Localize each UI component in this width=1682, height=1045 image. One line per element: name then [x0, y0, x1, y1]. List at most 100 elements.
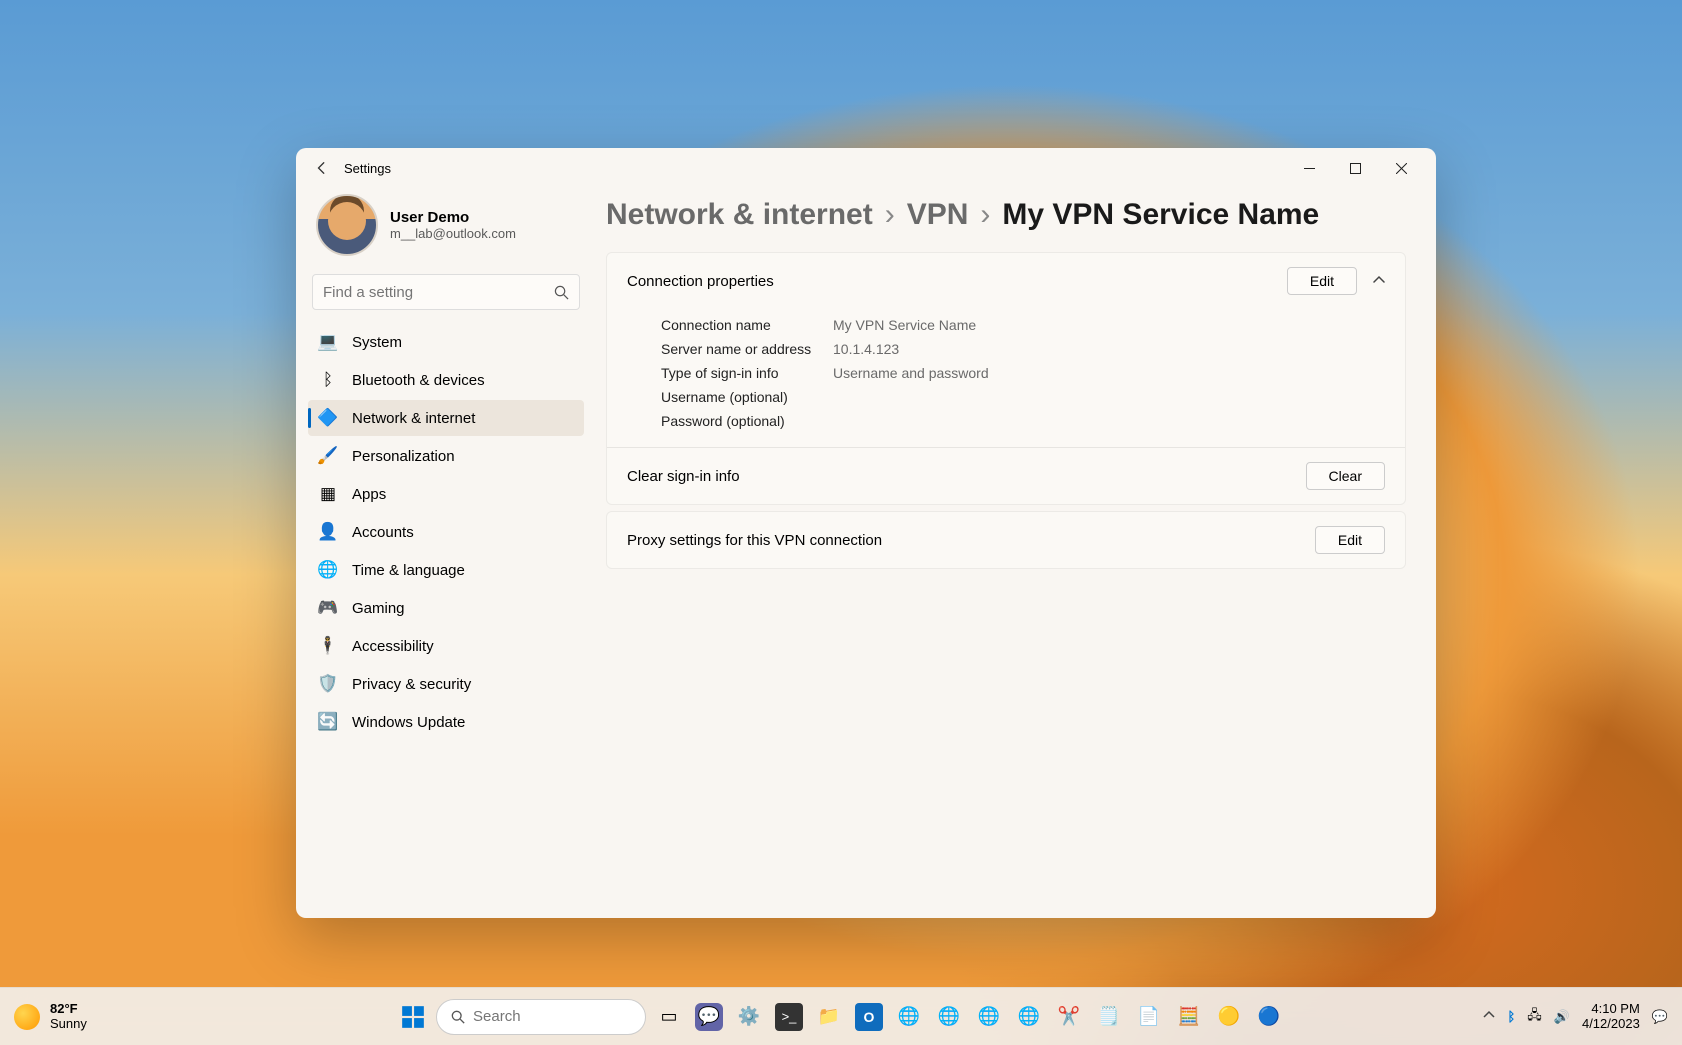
outlook-icon: O — [855, 1003, 883, 1031]
edge-beta-icon: 🌐 — [935, 1003, 963, 1031]
chrome-icon: 🟡 — [1215, 1003, 1243, 1031]
clear-signin-button[interactable]: Clear — [1306, 462, 1385, 490]
edge-canary-icon: 🌐 — [1015, 1003, 1043, 1031]
property-row: Username (optional) — [661, 385, 1385, 409]
sidebar-item-bluetooth-devices[interactable]: ᛒBluetooth & devices — [308, 362, 584, 398]
collapse-toggle[interactable] — [1373, 274, 1385, 289]
app-title: Settings — [344, 161, 391, 176]
nav-label: Personalization — [352, 448, 455, 465]
nav-icon: 🛡️ — [318, 674, 338, 694]
nav-label: Accessibility — [352, 638, 434, 655]
task-view-button[interactable]: ▭ — [652, 1000, 686, 1034]
taskbar-app-settings[interactable]: ⚙️ — [732, 1000, 766, 1034]
window-titlebar: Settings — [296, 148, 1436, 188]
taskbar-app-edge-dev[interactable]: 🌐 — [972, 1000, 1006, 1034]
taskbar-app-edge-beta[interactable]: 🌐 — [932, 1000, 966, 1034]
property-key: Type of sign-in info — [661, 365, 833, 381]
property-value: Username and password — [833, 365, 989, 381]
nav-list: 💻 System ᛒBluetooth & devices🔷Network & in… — [308, 324, 584, 740]
connection-properties-label: Connection properties — [627, 273, 1287, 290]
tray-overflow[interactable] — [1483, 1009, 1495, 1024]
taskbar-app-terminal[interactable]: >_ — [772, 1000, 806, 1034]
weather-icon — [14, 1004, 40, 1030]
property-value: 10.1.4.123 — [833, 341, 899, 357]
taskbar-app-chrome[interactable]: 🟡 — [1212, 1000, 1246, 1034]
taskbar-app-outlook[interactable]: O — [852, 1000, 886, 1034]
sidebar-item-network-internet[interactable]: 🔷Network & internet — [308, 400, 584, 436]
property-key: Username (optional) — [661, 389, 833, 405]
nav-label: Network & internet — [352, 410, 475, 427]
edit-connection-button[interactable]: Edit — [1287, 267, 1357, 295]
user-name: User Demo — [390, 209, 516, 226]
start-button[interactable] — [396, 1000, 430, 1034]
sidebar-item-gaming[interactable]: 🎮Gaming — [308, 590, 584, 626]
user-email: m__lab@outlook.com — [390, 226, 516, 241]
property-value: My VPN Service Name — [833, 317, 976, 333]
notepad-icon: 📄 — [1135, 1003, 1163, 1031]
maximize-button[interactable] — [1332, 148, 1378, 188]
chat-icon: 💬 — [695, 1003, 723, 1031]
taskbar-app-notepad[interactable]: 📄 — [1132, 1000, 1166, 1034]
nav-icon: 💻 — [318, 332, 338, 352]
property-row: Server name or address10.1.4.123 — [661, 337, 1385, 361]
bluetooth-tray-icon[interactable]: ᛒ — [1507, 1009, 1515, 1024]
nav-label: Time & language — [352, 562, 465, 579]
clear-signin-label: Clear sign-in info — [627, 468, 1306, 485]
breadcrumb: Network & internet › VPN › My VPN Servic… — [606, 198, 1406, 232]
minimize-button[interactable] — [1286, 148, 1332, 188]
chevron-up-icon — [1373, 274, 1385, 286]
clock-date: 4/12/2023 — [1582, 1017, 1640, 1032]
weather-temp: 82°F — [50, 1002, 87, 1017]
breadcrumb-network[interactable]: Network & internet — [606, 198, 873, 232]
folder-icon: 📁 — [815, 1003, 843, 1031]
settings-search[interactable] — [312, 274, 580, 310]
search-icon — [554, 285, 569, 300]
sidebar-item-time-language[interactable]: 🌐Time & language — [308, 552, 584, 588]
clock[interactable]: 4:10 PM 4/12/2023 — [1582, 1002, 1640, 1032]
nav-label: Accounts — [352, 524, 414, 541]
gear-icon: ⚙️ — [735, 1003, 763, 1031]
edit-proxy-button[interactable]: Edit — [1315, 526, 1385, 554]
chevron-right-icon: › — [980, 198, 990, 232]
maximize-icon — [1350, 163, 1361, 174]
nav-icon: 🖌️ — [318, 446, 338, 466]
breadcrumb-vpn[interactable]: VPN — [907, 198, 969, 232]
sidebar-item-privacy-security[interactable]: 🛡️Privacy & security — [308, 666, 584, 702]
taskbar-app-snip[interactable]: ✂️ — [1052, 1000, 1086, 1034]
sidebar-item-accounts[interactable]: 👤Accounts — [308, 514, 584, 550]
taskbar-app-chrome2[interactable]: 🔵 — [1252, 1000, 1286, 1034]
notifications-button[interactable]: 💬 — [1652, 1009, 1668, 1025]
chrome-icon: 🔵 — [1255, 1003, 1283, 1031]
nav-label: System — [352, 334, 402, 351]
network-tray-icon[interactable]: 🖧 — [1527, 1006, 1542, 1028]
sidebar: User Demo m__lab@outlook.com 💻 System ᛒBlu… — [296, 188, 596, 918]
taskbar-search[interactable] — [436, 999, 646, 1035]
sidebar-item-personalization[interactable]: 🖌️ Personalization — [308, 438, 584, 474]
back-button[interactable] — [308, 154, 336, 182]
taskbar-app-edge[interactable]: 🌐 — [892, 1000, 926, 1034]
connection-properties-card: Connection properties Edit Connection na… — [606, 252, 1406, 505]
property-row: Password (optional) — [661, 409, 1385, 433]
sidebar-item-system[interactable]: 💻 System — [308, 324, 584, 360]
volume-tray-icon[interactable]: 🔊 — [1554, 1009, 1570, 1025]
taskbar-search-input[interactable] — [473, 1008, 631, 1025]
property-key: Password (optional) — [661, 413, 833, 429]
taskbar-app-edge-canary[interactable]: 🌐 — [1012, 1000, 1046, 1034]
sidebar-item-apps[interactable]: ▦Apps — [308, 476, 584, 512]
search-icon — [451, 1009, 465, 1025]
taskbar: 82°F Sunny ▭ 💬 ⚙️ >_ 📁 O 🌐 🌐 🌐 🌐 ✂️ 🗒️ 📄… — [0, 987, 1682, 1045]
settings-search-input[interactable] — [323, 284, 554, 301]
sidebar-item-accessibility[interactable]: 🕴Accessibility — [308, 628, 584, 664]
avatar — [316, 194, 378, 256]
sidebar-item-windows-update[interactable]: 🔄Windows Update — [308, 704, 584, 740]
close-button[interactable] — [1378, 148, 1424, 188]
property-row: Connection nameMy VPN Service Name — [661, 313, 1385, 337]
taskbar-app-explorer[interactable]: 📁 — [812, 1000, 846, 1034]
taskbar-app-calc[interactable]: 🧮 — [1172, 1000, 1206, 1034]
user-profile[interactable]: User Demo m__lab@outlook.com — [308, 188, 584, 274]
taskbar-weather[interactable]: 82°F Sunny — [14, 1002, 87, 1032]
taskbar-app-notes[interactable]: 🗒️ — [1092, 1000, 1126, 1034]
system-tray: ᛒ 🖧 🔊 4:10 PM 4/12/2023 💬 — [1483, 1002, 1668, 1032]
edge-icon: 🌐 — [895, 1003, 923, 1031]
taskbar-app-chat[interactable]: 💬 — [692, 1000, 726, 1034]
